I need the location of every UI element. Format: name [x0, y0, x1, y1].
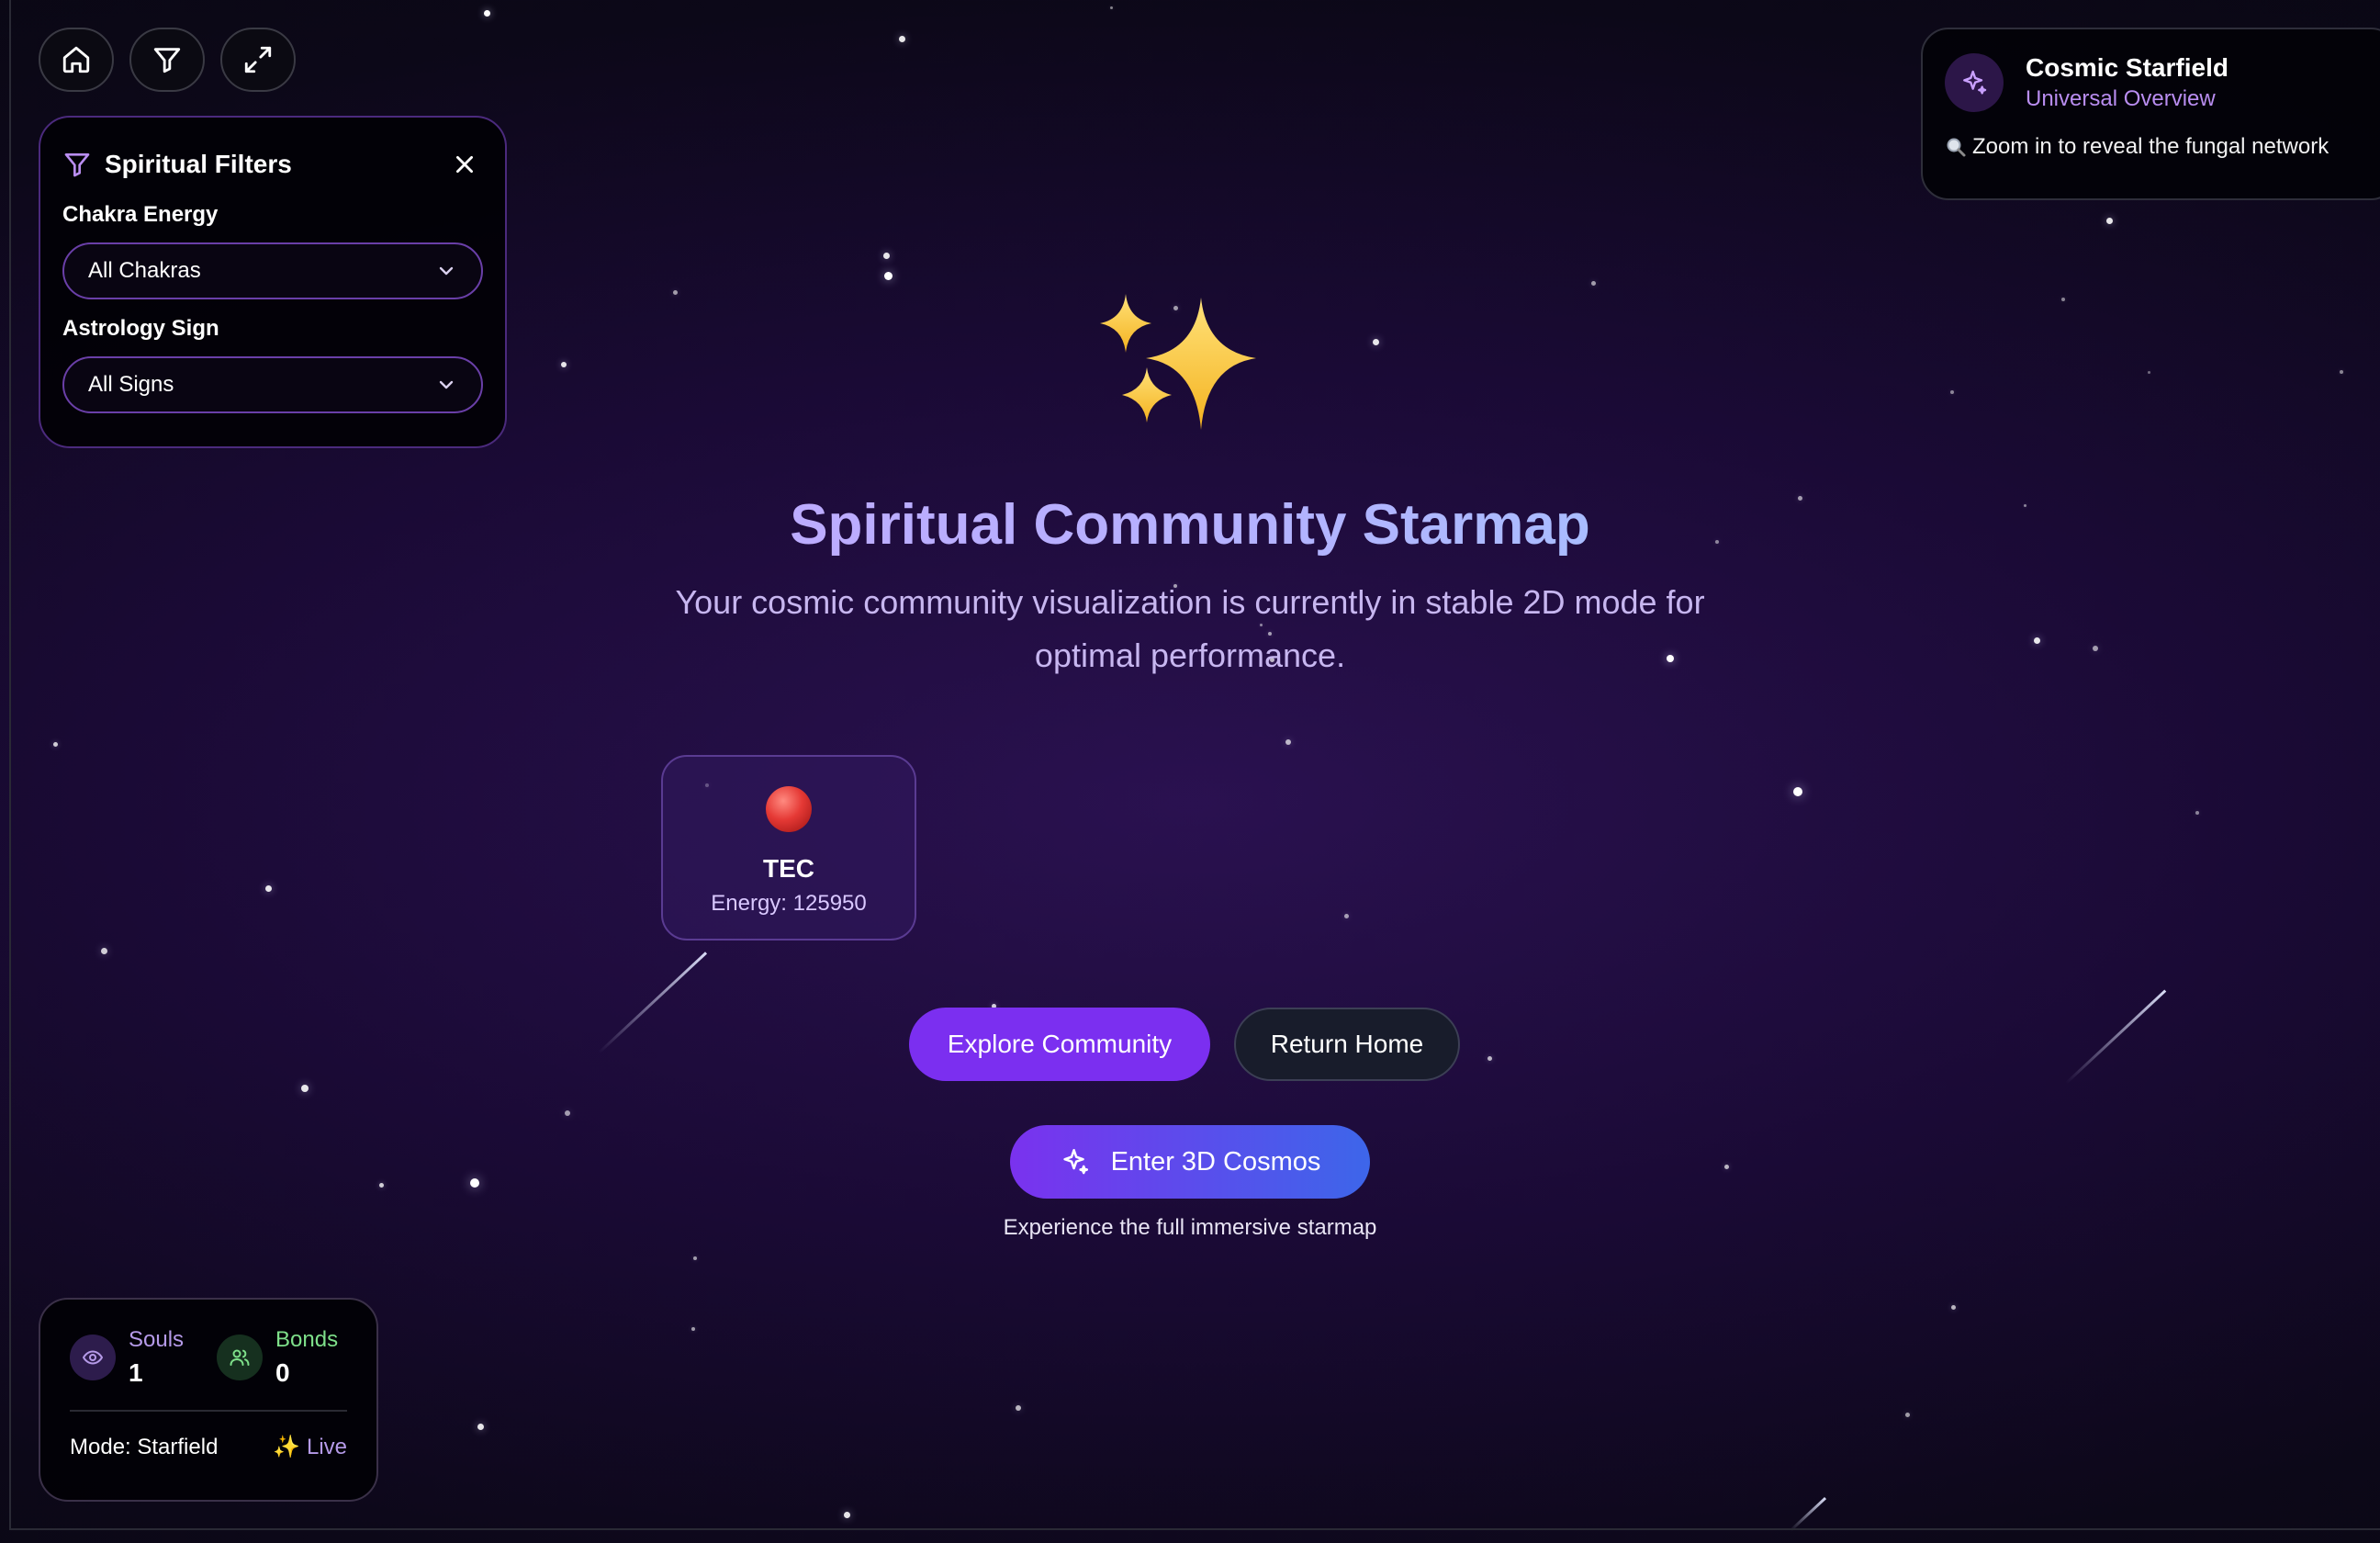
star — [1109, 6, 1113, 9]
enter-3d-section: Enter 3D Cosmos Experience the full imme… — [0, 1125, 2380, 1241]
hero-section: Spiritual Community Starmap Your cosmic … — [0, 276, 2380, 682]
star — [882, 252, 890, 259]
users-icon — [230, 1349, 250, 1366]
souls-label: Souls — [129, 1327, 185, 1352]
info-header: Cosmic Starfield Universal Overview — [1945, 53, 2374, 112]
top-toolbar — [39, 28, 296, 92]
fullscreen-button[interactable] — [220, 28, 296, 92]
star — [264, 884, 272, 892]
sparkle-icon — [1963, 70, 1987, 95]
star — [693, 1256, 697, 1260]
close-filters-button[interactable] — [446, 146, 483, 183]
page-title: Spiritual Community Starmap — [0, 492, 2380, 558]
star — [477, 1423, 484, 1430]
star — [1950, 1304, 1956, 1310]
souls-stat: Souls 1 — [70, 1327, 184, 1388]
red-orb-icon — [766, 786, 812, 832]
cosmic-starfield-info-panel: Cosmic Starfield Universal Overview Zoom… — [1921, 28, 2380, 200]
zoom-hint-text: Zoom in to reveal the fungal network — [1972, 134, 2329, 159]
page-subtitle: Your cosmic community visualization is c… — [675, 583, 1705, 674]
star — [2105, 217, 2113, 224]
star — [301, 1085, 309, 1092]
enter-3d-cosmos-label: Enter 3D Cosmos — [1110, 1146, 1321, 1177]
info-subtitle: Universal Overview — [2026, 86, 2216, 111]
sparkle-icon — [1062, 1148, 1088, 1175]
star — [1904, 1412, 1910, 1417]
home-button[interactable] — [39, 28, 114, 92]
live-indicator: ✨ Live — [273, 1435, 347, 1459]
star — [898, 35, 905, 42]
bonds-stat: Bonds 0 — [217, 1327, 338, 1388]
filter-button[interactable] — [129, 28, 205, 92]
return-home-button[interactable]: Return Home — [1234, 1008, 1460, 1081]
bonds-label: Bonds — [275, 1327, 339, 1352]
action-buttons: Explore Community Return Home — [0, 1008, 2380, 1081]
star — [1285, 739, 1291, 745]
stats-panel: Souls 1 Bonds 0 Mode: Starfield ✨ Live — [39, 1298, 378, 1502]
node-energy: Energy: 125950 — [711, 891, 867, 916]
magnifier-icon — [1947, 138, 1966, 157]
filter-icon — [64, 153, 90, 177]
bonds-value: 0 — [275, 1358, 290, 1387]
star — [100, 947, 107, 954]
star — [565, 1110, 570, 1116]
explore-community-button[interactable]: Explore Community — [909, 1008, 1210, 1081]
enter-3d-cosmos-button[interactable]: Enter 3D Cosmos — [1010, 1125, 1370, 1199]
star — [2195, 811, 2199, 815]
info-title: Cosmic Starfield — [2026, 53, 2228, 82]
sparkle-icon-badge — [1945, 53, 2004, 112]
home-icon — [62, 46, 90, 73]
community-node-tec[interactable]: TEC Energy: 125950 — [661, 755, 916, 940]
star — [1343, 913, 1349, 918]
mode-label: Mode: Starfield — [70, 1434, 219, 1459]
star — [1016, 1405, 1021, 1411]
filters-header: Spiritual Filters — [62, 143, 483, 186]
shooting-star — [1789, 1496, 1827, 1532]
stats-row: Souls 1 Bonds 0 — [70, 1327, 347, 1388]
star — [691, 1327, 695, 1331]
close-icon — [456, 156, 473, 173]
zoom-hint: Zoom in to reveal the fungal network — [1945, 134, 2374, 160]
sparkles-icon — [1100, 294, 1256, 430]
eye-icon — [83, 1350, 103, 1365]
stats-footer: Mode: Starfield ✨ Live — [70, 1434, 347, 1460]
star — [1793, 787, 1802, 796]
star — [52, 741, 58, 747]
star — [843, 1511, 850, 1518]
star — [483, 9, 490, 17]
filters-title: Spiritual Filters — [105, 150, 292, 178]
users-icon-badge — [217, 1335, 264, 1380]
expand-icon — [244, 46, 272, 73]
node-name: TEC — [763, 854, 814, 883]
souls-value: 1 — [129, 1358, 143, 1387]
eye-icon-badge — [70, 1335, 116, 1380]
stats-divider — [70, 1410, 347, 1412]
enter-3d-caption: Experience the full immersive starmap — [1003, 1215, 1377, 1240]
filter-icon — [153, 48, 181, 73]
chakra-energy-label: Chakra Energy — [62, 202, 219, 227]
